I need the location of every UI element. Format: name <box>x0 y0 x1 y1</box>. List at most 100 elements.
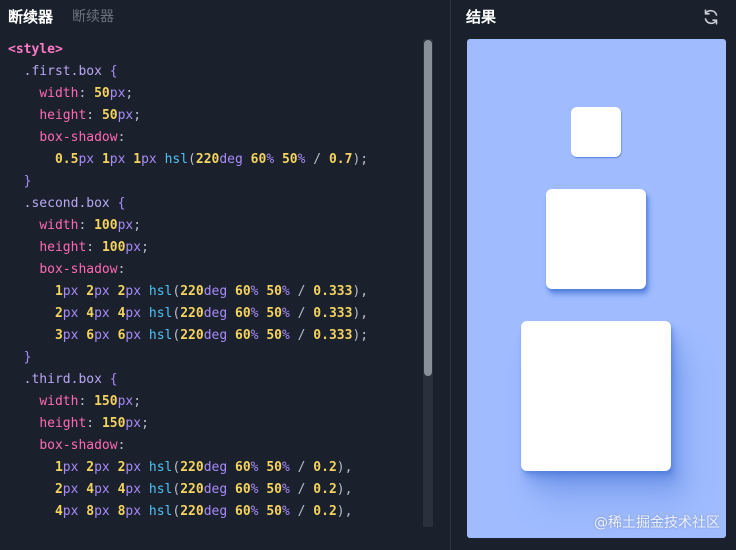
code-token: 1 <box>101 152 110 167</box>
code-token: hsl <box>148 284 173 299</box>
code-property: box-shadow <box>39 262 118 277</box>
second-box <box>546 189 646 289</box>
code-token: ; <box>141 416 149 431</box>
code-token: px <box>125 306 142 321</box>
code-token: px <box>62 328 79 343</box>
code-token: : <box>86 108 95 123</box>
code-token: 0.7 <box>328 152 353 167</box>
code-token: % <box>250 306 259 321</box>
code-token: , <box>360 284 369 299</box>
code-token: / <box>313 152 322 167</box>
editor-pane: 断续器 断续器 <style> .first.box { width: 50px… <box>0 0 450 550</box>
code-token: : <box>117 130 126 145</box>
code-token: : <box>78 86 87 101</box>
code-token: 0.5 <box>54 152 79 167</box>
code-number: 150 <box>101 416 126 431</box>
code-token: 220 <box>180 482 204 497</box>
tab-editor-active[interactable]: 断续器 <box>8 6 53 28</box>
code-property: height <box>39 416 87 431</box>
editor-scrollbar-thumb[interactable] <box>424 40 432 376</box>
code-token: ( <box>188 152 196 167</box>
code-token: px <box>125 284 142 299</box>
code-token: : <box>86 240 95 255</box>
code-token: 2 <box>86 460 95 475</box>
code-token: 50 <box>266 504 282 519</box>
code-token: 50 <box>266 482 282 497</box>
code-token: px <box>94 306 110 321</box>
code-token: 220 <box>180 328 204 343</box>
code-token: px <box>78 152 95 167</box>
code-line-selector: .second.box { <box>8 193 420 215</box>
code-token: 60 <box>235 504 251 519</box>
code-token: ; <box>133 108 142 123</box>
code-line-shadow-value: 0.5px 1px 1px hsl(220deg 60% 50% / 0.7); <box>8 149 420 171</box>
code-token: 50 <box>266 460 282 475</box>
code-token: 1 <box>133 152 142 167</box>
code-token: 6 <box>86 328 95 343</box>
code-line-box-shadow: box-shadow: <box>8 259 420 281</box>
code-token: hsl <box>148 482 173 497</box>
code-token: } <box>23 350 32 365</box>
code-token: ) <box>336 460 345 475</box>
code-token: / <box>297 328 306 343</box>
code-token: px <box>125 416 142 431</box>
code-token: ; <box>360 152 369 167</box>
code-token: 220 <box>180 460 204 475</box>
code-token: % <box>281 504 290 519</box>
code-token: px <box>109 152 126 167</box>
preview-area: @稀土掘金技术社区 <box>467 39 726 538</box>
code-token: 60 <box>235 328 251 343</box>
refresh-icon[interactable] <box>701 7 721 27</box>
code-selector: .third.box <box>23 372 102 387</box>
code-token: px <box>117 218 134 233</box>
code-token: px <box>141 152 157 167</box>
code-number: 100 <box>94 218 118 233</box>
code-line-shadow-value: 1px 2px 2px hsl(220deg 60% 50% / 0.333), <box>8 281 420 303</box>
code-token: ; <box>141 240 149 255</box>
app: 断续器 断续器 <style> .first.box { width: 50px… <box>0 0 736 550</box>
code-line-close-brace: } <box>8 171 420 193</box>
code-token: 2 <box>54 482 63 497</box>
code-selector: .first.box <box>23 64 102 79</box>
code-token: ; <box>125 86 134 101</box>
code-token: 220 <box>180 284 204 299</box>
code-token: px <box>62 284 79 299</box>
code-token: hsl <box>148 504 173 519</box>
code-token: , <box>360 306 369 321</box>
code-line-style: <style> <box>8 39 420 61</box>
code-property: width <box>39 86 79 101</box>
code-token: : <box>86 416 95 431</box>
code-line-selector: .first.box { <box>8 61 420 83</box>
code-editor[interactable]: <style> .first.box { width: 50px; height… <box>8 39 420 529</box>
code-token: / <box>297 284 306 299</box>
code-line-width: width: 50px; <box>8 83 420 105</box>
code-token: 0.2 <box>313 504 337 519</box>
code-property: height <box>39 240 87 255</box>
code-token: 50 <box>281 152 298 167</box>
code-line-box-shadow: box-shadow: <box>8 127 420 149</box>
code-token: px <box>117 394 134 409</box>
code-token: % <box>281 482 290 497</box>
code-token: % <box>250 482 259 497</box>
code-line-selector: .third.box { <box>8 369 420 391</box>
code-token: deg <box>203 504 228 519</box>
code-token: hsl <box>148 460 173 475</box>
code-token: 0.333 <box>313 306 353 321</box>
code-token: hsl <box>164 152 189 167</box>
code-token: deg <box>203 460 228 475</box>
code-token: % <box>250 504 259 519</box>
code-token: 60 <box>235 460 251 475</box>
code-token: deg <box>219 152 243 167</box>
code-token: px <box>62 504 79 519</box>
code-token: % <box>250 284 259 299</box>
code-token: 220 <box>195 152 220 167</box>
tab-editor-inactive[interactable]: 断续器 <box>72 6 114 28</box>
result-title: 结果 <box>466 8 497 26</box>
code-line-height: height: 150px; <box>8 413 420 435</box>
code-token: 220 <box>180 504 204 519</box>
code-token: 60 <box>235 482 251 497</box>
code-token: 1 <box>54 284 63 299</box>
code-token: 4 <box>86 482 95 497</box>
code-property: width <box>39 218 79 233</box>
code-line-close-brace: } <box>8 347 420 369</box>
